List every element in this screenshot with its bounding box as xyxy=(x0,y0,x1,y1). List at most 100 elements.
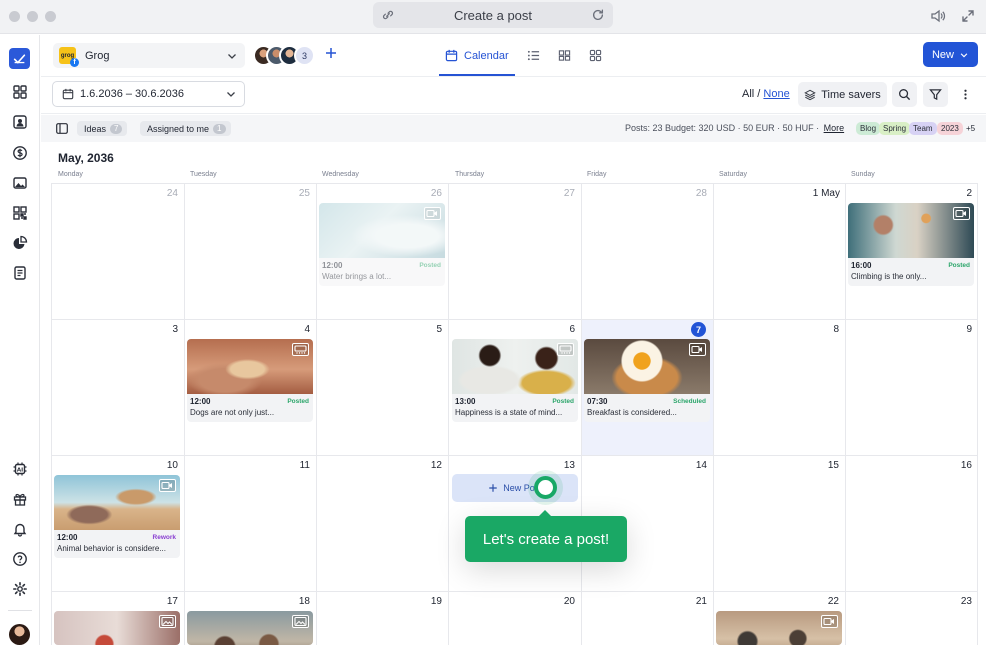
sidebar-budget[interactable] xyxy=(11,144,28,161)
grid-line xyxy=(51,319,978,320)
sidebar-settings[interactable] xyxy=(11,580,28,597)
video-icon xyxy=(821,615,838,628)
stats-more-link[interactable]: More xyxy=(824,123,845,133)
video-icon xyxy=(953,207,970,220)
app-logo-icon xyxy=(13,54,26,64)
sidebar-integrations[interactable] xyxy=(11,204,28,221)
ideas-chip[interactable]: Ideas 7 xyxy=(77,121,128,136)
date-range-selector[interactable]: 1.6.2036 – 30.6.2036 xyxy=(52,81,245,107)
grid-line xyxy=(51,455,978,456)
post-status: Rework xyxy=(152,534,176,541)
grid-icon xyxy=(589,49,601,62)
filter-button[interactable] xyxy=(923,82,948,107)
sidebar-media[interactable] xyxy=(11,174,28,191)
sidebar-help[interactable] xyxy=(11,550,28,567)
post-status: Posted xyxy=(287,398,309,405)
onboarding-tooltip: Let's create a post! xyxy=(465,510,627,562)
gift-icon xyxy=(13,493,26,506)
day-number: 2 xyxy=(966,188,972,199)
post-card[interactable]: 07:30 Scheduled Breakfast is considered.… xyxy=(584,339,710,422)
day-number: 17 xyxy=(166,596,178,607)
filter-bar: Ideas 7 Assigned to me 1 Posts: 23 Budge… xyxy=(41,115,986,142)
sidebar-analytics[interactable] xyxy=(11,234,28,251)
weekday-tuesday: Tuesday xyxy=(190,171,217,178)
tab-calendar-label: Calendar xyxy=(464,49,509,62)
dashboard-icon xyxy=(12,84,27,99)
day-number: 1 May xyxy=(812,188,840,199)
posts-budget-stats: Posts: 23 Budget: 320 USD · 50 EUR · 50 … xyxy=(625,123,844,133)
select-none-link[interactable]: None xyxy=(763,88,789,100)
address-bar[interactable]: Create a post xyxy=(373,2,613,28)
maximize-window-button[interactable] xyxy=(45,11,56,22)
post-status: Posted xyxy=(948,262,970,269)
select-all-link[interactable]: All / xyxy=(742,88,760,100)
time-savers-button[interactable]: Time savers xyxy=(798,82,887,107)
carousel-icon xyxy=(292,343,309,356)
assigned-chip[interactable]: Assigned to me 1 xyxy=(140,121,231,136)
month-title: May, 2036 xyxy=(58,151,114,165)
sidebar-contacts[interactable] xyxy=(11,113,28,130)
profile-selector[interactable]: grog f Grog xyxy=(53,43,245,68)
onboarding-hotspot[interactable] xyxy=(534,476,557,499)
new-post-button[interactable]: New Post xyxy=(452,474,578,502)
sidebar-notifications[interactable] xyxy=(11,520,28,537)
ideas-count: 7 xyxy=(110,123,123,134)
post-card[interactable]: 16:00 Posted Climbing is the only... xyxy=(848,203,974,286)
sidebar-dashboard[interactable] xyxy=(11,83,28,100)
bell-icon xyxy=(13,523,26,537)
tag-spring[interactable]: Spring xyxy=(879,122,911,135)
secondary-toolbar: 1.6.2036 – 30.6.2036 All / None Time sav… xyxy=(41,78,986,114)
chevron-down-icon xyxy=(228,54,236,59)
post-text: Breakfast is considered... xyxy=(587,408,677,417)
post-card[interactable]: 13:00 Posted Happiness is a state of min… xyxy=(452,339,578,422)
sidebar-reports[interactable] xyxy=(11,264,28,281)
app-logo[interactable] xyxy=(9,48,30,69)
fullscreen-icon[interactable] xyxy=(960,8,976,24)
day-number: 15 xyxy=(827,460,839,471)
day-number: 18 xyxy=(298,596,310,607)
search-button[interactable] xyxy=(892,82,917,107)
day-number: 27 xyxy=(563,188,575,199)
post-text: Happiness is a state of mind... xyxy=(455,408,563,417)
tab-feed[interactable] xyxy=(552,35,577,76)
image-icon xyxy=(12,176,27,189)
post-card[interactable] xyxy=(187,611,313,645)
post-card[interactable] xyxy=(54,611,180,645)
day-number: 25 xyxy=(298,188,310,199)
sidebar-gifts[interactable] xyxy=(11,490,28,507)
image-icon xyxy=(159,615,176,628)
post-card[interactable]: 12:00 Rework Animal behavior is consider… xyxy=(54,475,180,558)
video-icon xyxy=(689,343,706,356)
weekday-friday: Friday xyxy=(587,171,607,178)
tab-list[interactable] xyxy=(521,35,546,76)
facebook-icon: f xyxy=(70,58,79,67)
minimize-window-button[interactable] xyxy=(27,11,38,22)
time-savers-label: Time savers xyxy=(821,88,881,101)
tag-team[interactable]: Team xyxy=(909,122,937,135)
tab-grid[interactable] xyxy=(583,35,608,76)
member-count-badge: 3 xyxy=(294,45,315,66)
day-number: 5 xyxy=(436,324,442,335)
post-card[interactable]: 12:00 Posted Water brings a lot... xyxy=(319,203,445,286)
tag-2023[interactable]: 2023 xyxy=(937,122,963,135)
reload-icon[interactable] xyxy=(591,8,605,22)
post-card[interactable]: 12:00 Posted Dogs are not only just... xyxy=(187,339,313,422)
tab-calendar[interactable]: Calendar xyxy=(439,35,515,76)
more-options-button[interactable] xyxy=(953,82,978,107)
search-icon xyxy=(899,89,911,101)
tag-blog[interactable]: Blog xyxy=(856,122,881,135)
new-button[interactable]: New xyxy=(923,42,978,67)
side-panel-icon[interactable] xyxy=(56,123,68,134)
post-time: 16:00 xyxy=(851,261,872,270)
day-number: 20 xyxy=(563,596,575,607)
add-member-icon[interactable] xyxy=(324,46,338,60)
speaker-icon[interactable] xyxy=(930,8,946,24)
team-members[interactable]: 3 xyxy=(253,45,315,66)
close-window-button[interactable] xyxy=(9,11,20,22)
sidebar-ai-assistant[interactable]: AI xyxy=(11,460,28,477)
stats-text: Posts: 23 Budget: 320 USD · 50 EUR · 50 … xyxy=(625,123,820,133)
qr-code-icon xyxy=(12,205,27,220)
user-avatar[interactable] xyxy=(9,624,30,645)
more-tags[interactable]: +5 xyxy=(966,124,975,133)
post-card[interactable] xyxy=(716,611,842,645)
